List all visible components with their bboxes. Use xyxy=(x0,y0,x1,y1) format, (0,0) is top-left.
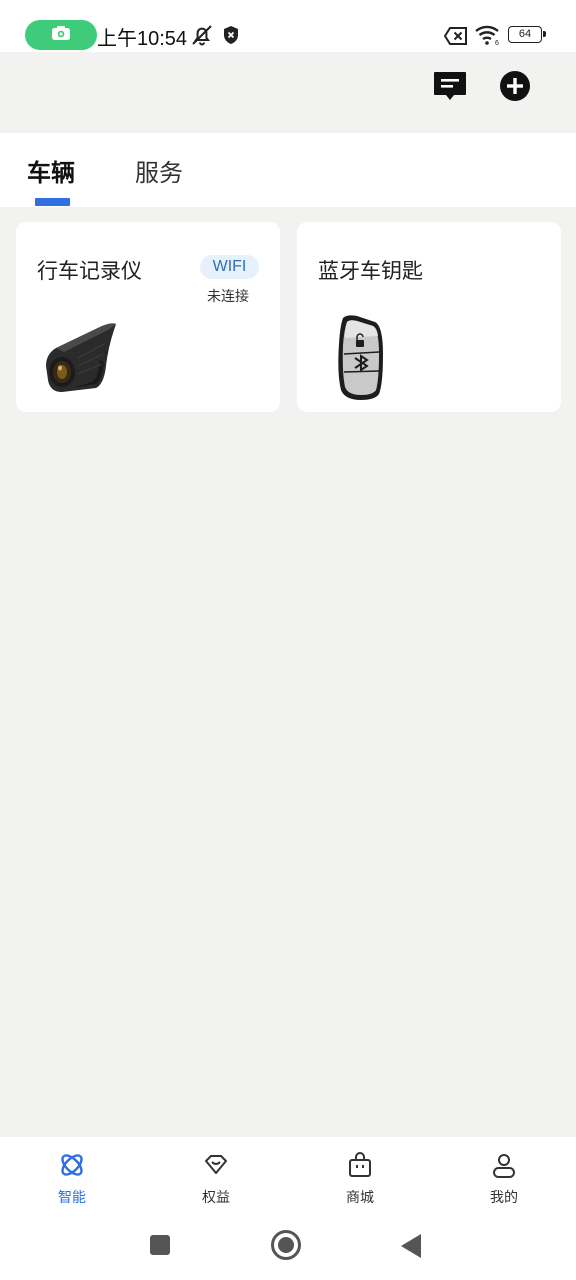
benefits-icon xyxy=(202,1155,230,1183)
nav-shop[interactable]: 商城 xyxy=(320,1151,400,1207)
camera-icon xyxy=(51,25,71,45)
device-title: 行车记录仪 xyxy=(37,259,142,283)
device-title: 蓝牙车钥匙 xyxy=(318,259,423,283)
tab-active-indicator xyxy=(35,198,70,206)
bell-off-icon xyxy=(190,23,214,51)
nav-benefits[interactable]: 权益 xyxy=(176,1151,256,1207)
home-button[interactable] xyxy=(270,1229,302,1265)
camera-indicator[interactable] xyxy=(25,20,97,50)
bluetooth-car-key-image xyxy=(335,314,389,406)
back-button[interactable] xyxy=(400,1233,422,1263)
tab-vehicle[interactable]: 车辆 xyxy=(27,153,75,188)
nav-label: 我的 xyxy=(490,1190,518,1206)
message-icon xyxy=(432,70,468,106)
device-card-bluetooth-key[interactable]: 蓝牙车钥匙 xyxy=(297,222,561,412)
system-navigation-bar xyxy=(0,1212,576,1280)
nav-label: 商城 xyxy=(346,1190,374,1206)
wifi-badge: WIFI xyxy=(200,255,259,279)
sim-off-icon xyxy=(443,27,468,49)
tab-service[interactable]: 服务 xyxy=(135,153,183,188)
status-time: 上午10:54 xyxy=(97,28,188,50)
status-bar: 上午10:54 6 64 xyxy=(0,0,576,52)
nav-label: 权益 xyxy=(202,1190,230,1206)
svg-text:6: 6 xyxy=(495,40,499,46)
add-button[interactable] xyxy=(495,68,535,108)
top-action-bar xyxy=(0,52,576,132)
nav-smart[interactable]: 智能 xyxy=(32,1151,112,1207)
device-card-dashcam[interactable]: 行车记录仪 WIFI 未连接 xyxy=(16,222,280,412)
recent-apps-button[interactable] xyxy=(149,1234,171,1260)
profile-icon xyxy=(490,1154,518,1183)
shield-icon xyxy=(223,26,239,48)
nav-label: 智能 xyxy=(58,1190,86,1206)
shop-bag-icon xyxy=(346,1152,374,1183)
bottom-navigation: 智能 权益 商城 我的 xyxy=(0,1137,576,1212)
smart-icon xyxy=(58,1154,86,1183)
nav-profile[interactable]: 我的 xyxy=(464,1151,544,1207)
message-button[interactable] xyxy=(430,68,470,108)
wifi-icon: 6 xyxy=(474,24,502,50)
battery-icon: 64 xyxy=(508,26,546,43)
tab-bar: 车辆 服务 xyxy=(0,133,576,207)
dashcam-image xyxy=(42,318,122,398)
add-circle-icon xyxy=(499,70,531,106)
connection-status: 未连接 xyxy=(207,289,249,305)
